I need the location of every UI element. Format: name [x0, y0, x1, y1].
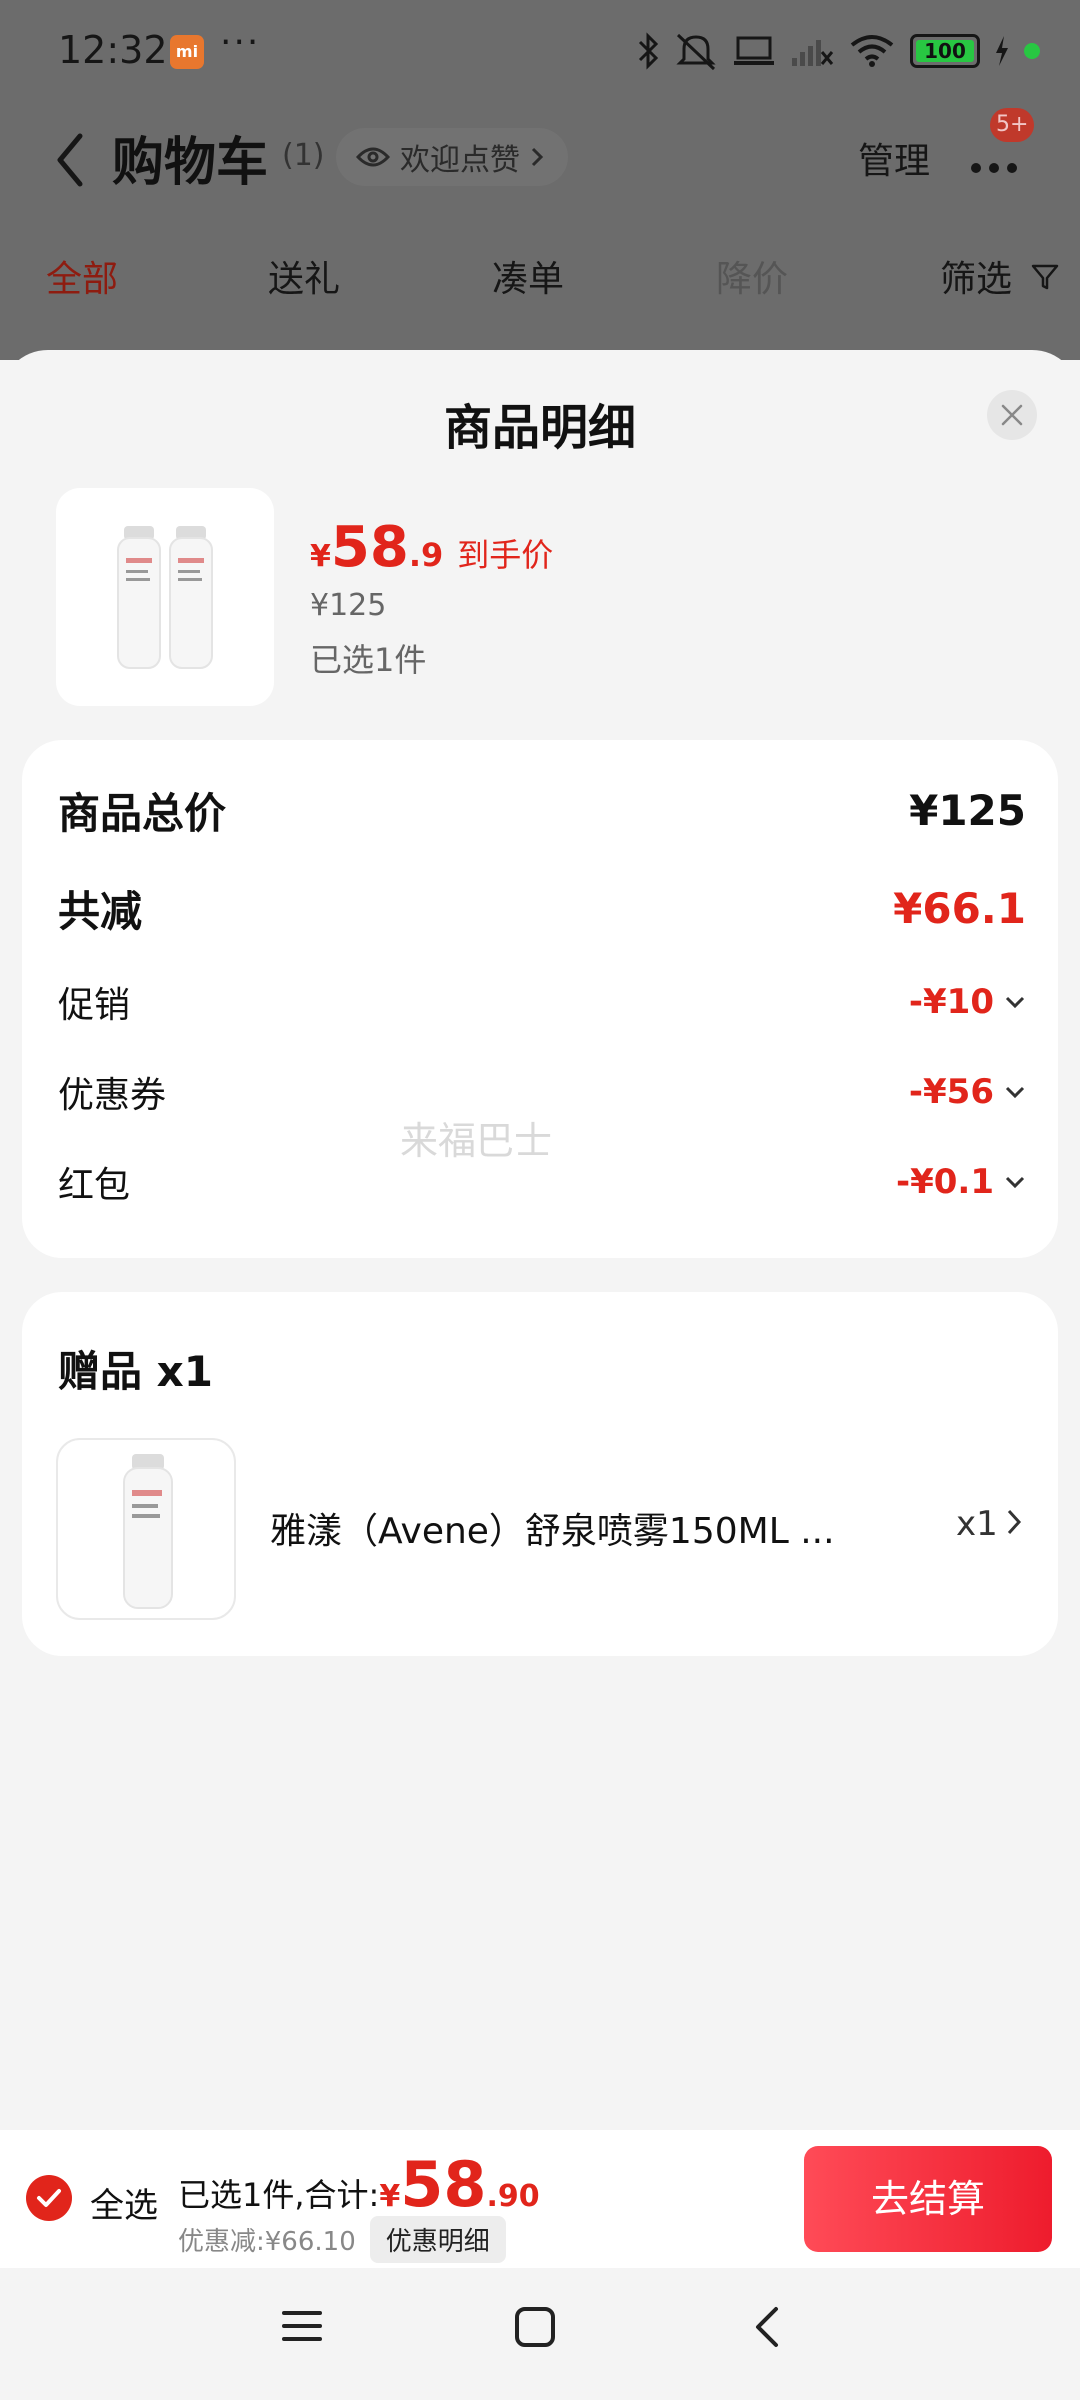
summary-label: 已选1件,合计:	[178, 2176, 380, 2214]
gift-title: 赠品 x1	[58, 1347, 213, 1396]
filter-tabs: 全部 送礼 凑单 降价 筛选	[0, 240, 1080, 310]
status-more-dots: ···	[220, 22, 261, 63]
mi-app-badge: mi	[170, 35, 204, 69]
status-time: 12:32	[58, 28, 168, 72]
product-detail-sheet: 商品明细 ¥ 58 .9 到手价 ¥125 已选1件 商品总价 ¥125 共减 …	[0, 350, 1080, 2130]
total-price-label: 商品总价	[58, 789, 227, 838]
product-image	[56, 488, 274, 706]
tab-filter[interactable]: 筛选	[940, 250, 1012, 302]
check-icon	[37, 2189, 61, 2207]
home-icon[interactable]	[514, 2306, 556, 2348]
back-icon[interactable]	[752, 2306, 782, 2348]
red-packet-label: 红包	[58, 1165, 131, 1206]
total-price-row: 商品总价 ¥125	[58, 780, 1026, 841]
checkout-button[interactable]: 去结算	[804, 2146, 1052, 2252]
summary-total-decimal: .90	[486, 2179, 540, 2214]
price-symbol: ¥	[310, 539, 331, 574]
laptop-icon	[734, 36, 774, 65]
watermark: 来福巴士	[400, 1119, 553, 1163]
mute-icon	[676, 33, 716, 71]
final-price: ¥ 58 .9 到手价	[310, 515, 553, 580]
wifi-icon	[850, 35, 894, 67]
gift-image	[56, 1438, 236, 1620]
cart-count: (1)	[282, 138, 325, 173]
background-cart-page: 12:32 mi ··· 100 购物车 (1) 欢迎点赞 管理 5+ 全部 送…	[0, 0, 1080, 360]
price-integer: 58	[330, 515, 409, 580]
promotion-row[interactable]: 促销 -¥10	[58, 976, 1026, 1028]
notification-badge: 5+	[990, 108, 1035, 142]
chevron-down-icon	[1005, 996, 1025, 1009]
manage-button[interactable]: 管理	[858, 132, 930, 184]
discount-detail-button[interactable]: 优惠明细	[369, 2216, 506, 2263]
chevron-right-icon	[531, 147, 544, 167]
price-decimal: .9	[408, 536, 444, 574]
checkout-bar: 全选 已选1件,合计: ¥ 58 .90 优惠减:¥66.10 优惠明细 去结算	[0, 2130, 1080, 2268]
system-nav-bar	[0, 2268, 1080, 2400]
original-price: ¥125	[310, 588, 387, 623]
chevron-down-icon	[1005, 1176, 1025, 1189]
filter-icon[interactable]	[1030, 262, 1060, 292]
gift-quantity: x1	[956, 1504, 998, 1544]
order-summary: 已选1件,合计: ¥ 58 .90	[178, 2148, 540, 2221]
coupon-value: -¥56	[908, 1072, 994, 1112]
charging-dot-icon	[1024, 43, 1040, 59]
charging-icon	[996, 36, 1008, 66]
selected-count: 已选1件	[310, 641, 427, 679]
signal-icon	[792, 40, 834, 66]
chevron-right-icon[interactable]	[1006, 1508, 1022, 1536]
tab-all[interactable]: 全部	[46, 250, 118, 302]
select-all-label[interactable]: 全选	[90, 2178, 158, 2227]
product-bottles-image	[117, 526, 213, 669]
bluetooth-icon	[638, 32, 659, 70]
total-reduction-value: ¥66.1	[893, 884, 1026, 933]
welcome-label: 欢迎点赞	[400, 143, 520, 178]
summary-total-integer: 58	[400, 2148, 487, 2221]
coupon-label: 优惠券	[58, 1075, 167, 1116]
menu-icon[interactable]	[282, 2306, 322, 2346]
promotion-label: 促销	[58, 985, 131, 1026]
back-arrow-icon[interactable]	[50, 130, 90, 190]
close-button[interactable]	[987, 390, 1037, 440]
discount-line: 优惠减:¥66.10 优惠明细	[178, 2216, 506, 2263]
gift-bottle-image	[123, 1454, 173, 1609]
summary-currency: ¥	[379, 2179, 401, 2214]
tab-price-drop[interactable]: 降价	[716, 250, 788, 302]
select-all-checkbox[interactable]	[26, 2175, 72, 2221]
total-reduction-row: 共减 ¥66.1	[58, 878, 1026, 939]
welcome-pill[interactable]: 欢迎点赞	[336, 128, 568, 186]
price-tag: 到手价	[457, 536, 554, 574]
promotion-value: -¥10	[908, 982, 994, 1022]
chevron-down-icon	[1005, 1086, 1025, 1099]
eye-icon	[356, 147, 390, 167]
discount-text: 优惠减:¥66.10	[178, 2227, 356, 2257]
product-price-block: ¥ 58 .9 到手价 ¥125 已选1件	[310, 515, 553, 681]
total-price-value: ¥125	[909, 786, 1026, 835]
battery-level: 100	[924, 39, 966, 63]
battery-icon: 100	[910, 34, 980, 68]
sheet-title: 商品明细	[443, 400, 636, 456]
gift-name[interactable]: 雅漾（Avene）舒泉喷雾150ML ...	[270, 1502, 870, 1554]
red-packet-value: -¥0.1	[896, 1162, 994, 1202]
cart-title: 购物车	[112, 133, 269, 193]
price-breakdown-card: 商品总价 ¥125 共减 ¥66.1 促销 -¥10 优惠券 -¥56 红包 -…	[22, 740, 1058, 1258]
total-reduction-label: 共减	[58, 887, 143, 936]
status-icons: 100	[636, 28, 1040, 74]
close-icon	[1001, 404, 1023, 426]
status-bar: 12:32 mi ··· 100	[0, 0, 1080, 100]
tab-bundle[interactable]: 凑单	[492, 250, 564, 302]
tab-gift[interactable]: 送礼	[268, 250, 340, 302]
cart-header: 购物车 (1) 欢迎点赞 管理 5+	[0, 108, 1080, 200]
gift-card: 赠品 x1 雅漾（Avene）舒泉喷雾150ML ... x1	[22, 1292, 1058, 1656]
